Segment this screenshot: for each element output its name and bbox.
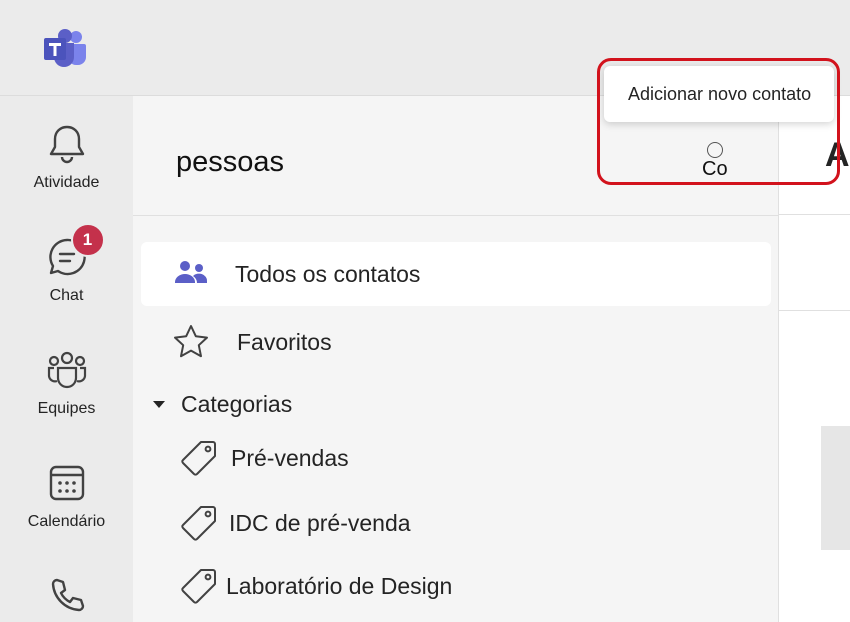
nav-item-favorites[interactable]: Favoritos — [141, 310, 771, 374]
rail-label-chat: Chat — [49, 287, 84, 304]
categories-toggle[interactable]: Categorias — [153, 386, 292, 422]
divider — [779, 214, 850, 215]
nav-label-all-contacts: Todos os contatos — [235, 260, 421, 287]
content-pane: A — [778, 96, 850, 622]
rail-item-calls[interactable] — [0, 548, 133, 622]
categories-label: Categorias — [181, 390, 293, 417]
caret-down-icon — [153, 400, 165, 408]
category-label: IDC de pré-venda — [229, 509, 411, 536]
tag-icon — [181, 569, 216, 604]
tag-icon — [181, 506, 216, 541]
category-label: Pré-vendas — [231, 444, 349, 471]
app-rail: Atividade 1 Chat Equipes Calendário — [0, 96, 133, 622]
rail-label-activity: Atividade — [33, 174, 100, 191]
content-placeholder — [821, 426, 850, 550]
tag-icon — [181, 441, 216, 476]
phone-icon — [51, 578, 84, 612]
nav-label-favorites: Favoritos — [237, 328, 332, 355]
calendar-icon — [49, 465, 84, 501]
teams-icon — [47, 351, 86, 389]
divider — [779, 310, 850, 311]
rail-item-teams[interactable]: Equipes — [0, 322, 133, 422]
chat-unread-badge: 1 — [70, 223, 105, 257]
category-item-pre-sales[interactable]: Pré-vendas — [173, 426, 771, 490]
add-contact-label: Adicionar novo contato — [628, 83, 812, 104]
header-action-text[interactable]: Co — [702, 158, 728, 181]
nav-item-all-contacts[interactable]: Todos os contatos — [141, 242, 771, 306]
chat-icon-wrap: 1 — [45, 223, 105, 279]
people-icon — [171, 254, 211, 294]
rail-item-chat[interactable]: 1 Chat — [0, 209, 133, 309]
bell-icon — [49, 125, 84, 164]
star-icon — [171, 322, 211, 362]
rail-label-teams: Equipes — [37, 400, 96, 417]
rail-label-calendar: Calendário — [27, 513, 106, 530]
category-item-idc[interactable]: IDC de pré-venda — [173, 491, 771, 555]
content-heading: A — [825, 136, 850, 174]
circle-icon[interactable] — [707, 142, 723, 158]
rail-item-calendar[interactable]: Calendário — [0, 435, 133, 535]
teams-logo-icon — [44, 29, 86, 67]
category-label: Laboratório de Design — [226, 572, 453, 599]
rail-item-activity[interactable]: Atividade — [0, 96, 133, 196]
page-title: pessoas — [176, 146, 285, 178]
category-item-design-lab[interactable]: Laboratório de Design — [173, 554, 771, 618]
people-panel: pessoas Co Todos os contatos Favoritos C… — [133, 96, 778, 622]
add-contact-menu-item[interactable]: Adicionar novo contato — [604, 66, 834, 122]
